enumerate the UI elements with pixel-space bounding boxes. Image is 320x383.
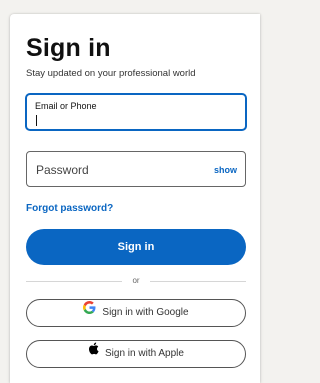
sign-in-button[interactable]: Sign in [26,229,246,265]
apple-icon [88,340,99,366]
email-field-label: Email or Phone [35,101,97,111]
sign-in-with-google-button[interactable]: Sign in with Google [26,299,246,327]
password-field[interactable]: Password show [26,151,246,187]
page-title: Sign in [26,34,111,62]
forgot-password-link[interactable]: Forgot password? [26,203,113,214]
email-field[interactable]: Email or Phone [26,94,246,130]
or-divider: or [26,276,246,286]
page-subtitle: Stay updated on your professional world [26,68,196,79]
show-password-button[interactable]: show [214,165,237,175]
divider-line-right [150,281,246,282]
google-icon [83,299,96,325]
apple-button-label: Sign in with Apple [105,348,184,359]
text-caret [36,115,37,126]
google-button-label: Sign in with Google [102,307,189,318]
password-placeholder: Password [36,163,89,177]
sign-in-with-apple-button[interactable]: Sign in with Apple [26,340,246,368]
